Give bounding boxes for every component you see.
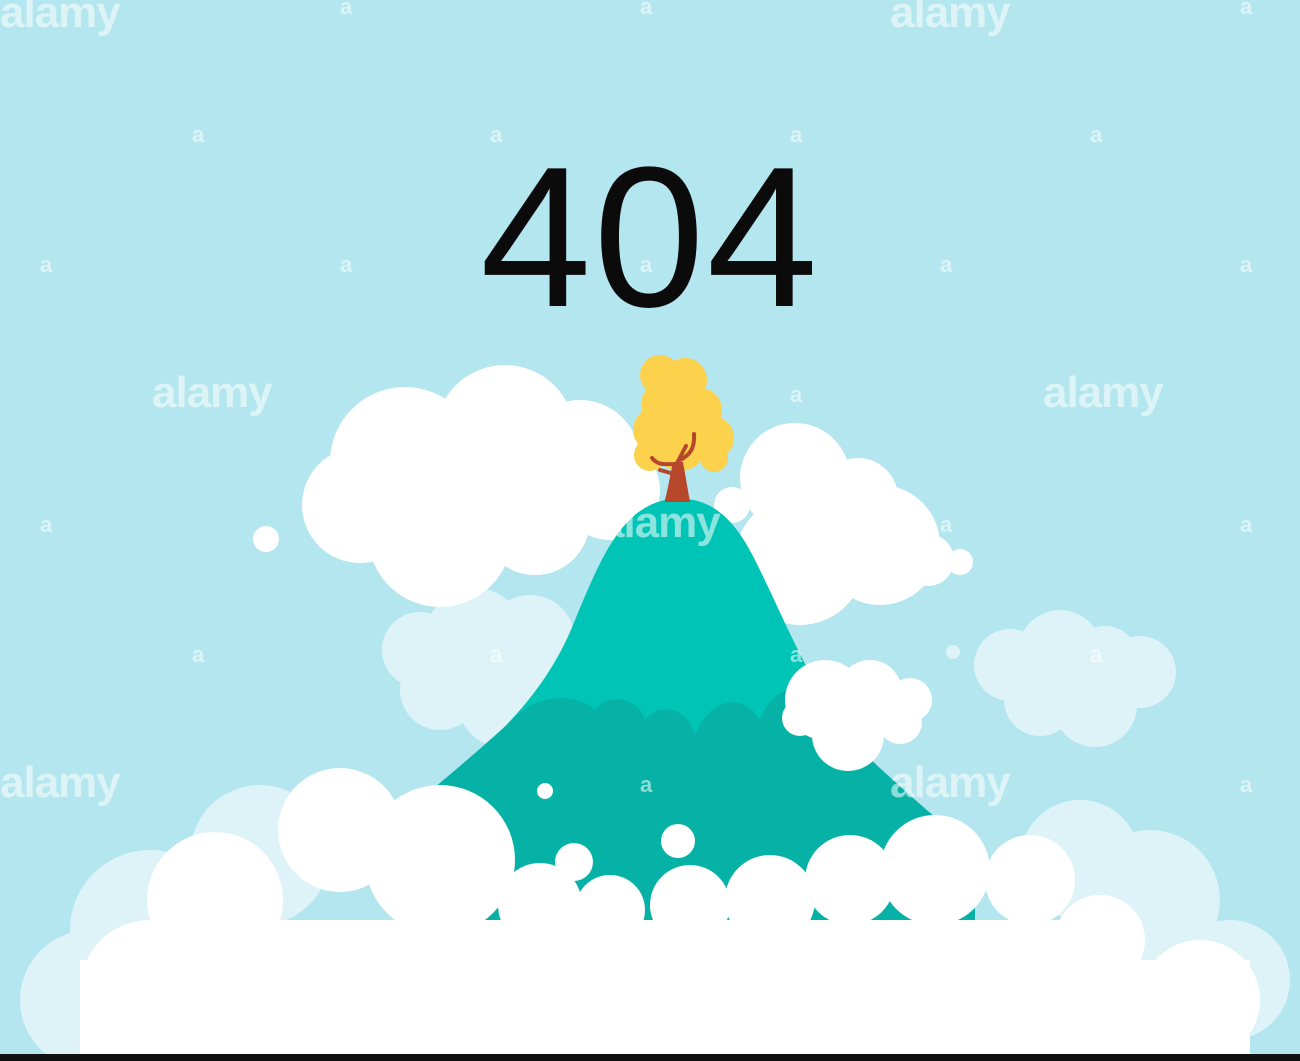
watermark: alamy	[0, 0, 121, 37]
watermark: a	[1090, 642, 1102, 667]
watermark: a	[940, 512, 952, 537]
watermark: alamy	[600, 498, 721, 547]
watermark: alamy	[1043, 368, 1164, 417]
watermark: a	[192, 902, 204, 927]
watermark: a	[640, 0, 652, 19]
watermark: a	[1240, 512, 1252, 537]
watermark: alamy	[890, 0, 1011, 37]
watermark: a	[192, 642, 204, 667]
watermark: alamy	[0, 758, 121, 807]
watermark: a	[1240, 772, 1252, 797]
watermark: a	[340, 0, 352, 19]
watermark: a	[340, 772, 352, 797]
watermark: a	[790, 382, 802, 407]
watermark: a	[640, 772, 652, 797]
watermark: a	[340, 512, 352, 537]
watermark: alamy	[152, 368, 273, 417]
watermark: a	[490, 382, 502, 407]
error-code: 404	[480, 126, 820, 349]
bottom-border	[0, 1054, 1300, 1061]
watermark: a	[790, 642, 802, 667]
watermark: a	[490, 642, 502, 667]
watermark: a	[1240, 0, 1252, 19]
watermark: a	[1090, 902, 1102, 927]
watermark: a	[40, 512, 52, 537]
watermark: alamy	[890, 758, 1011, 807]
